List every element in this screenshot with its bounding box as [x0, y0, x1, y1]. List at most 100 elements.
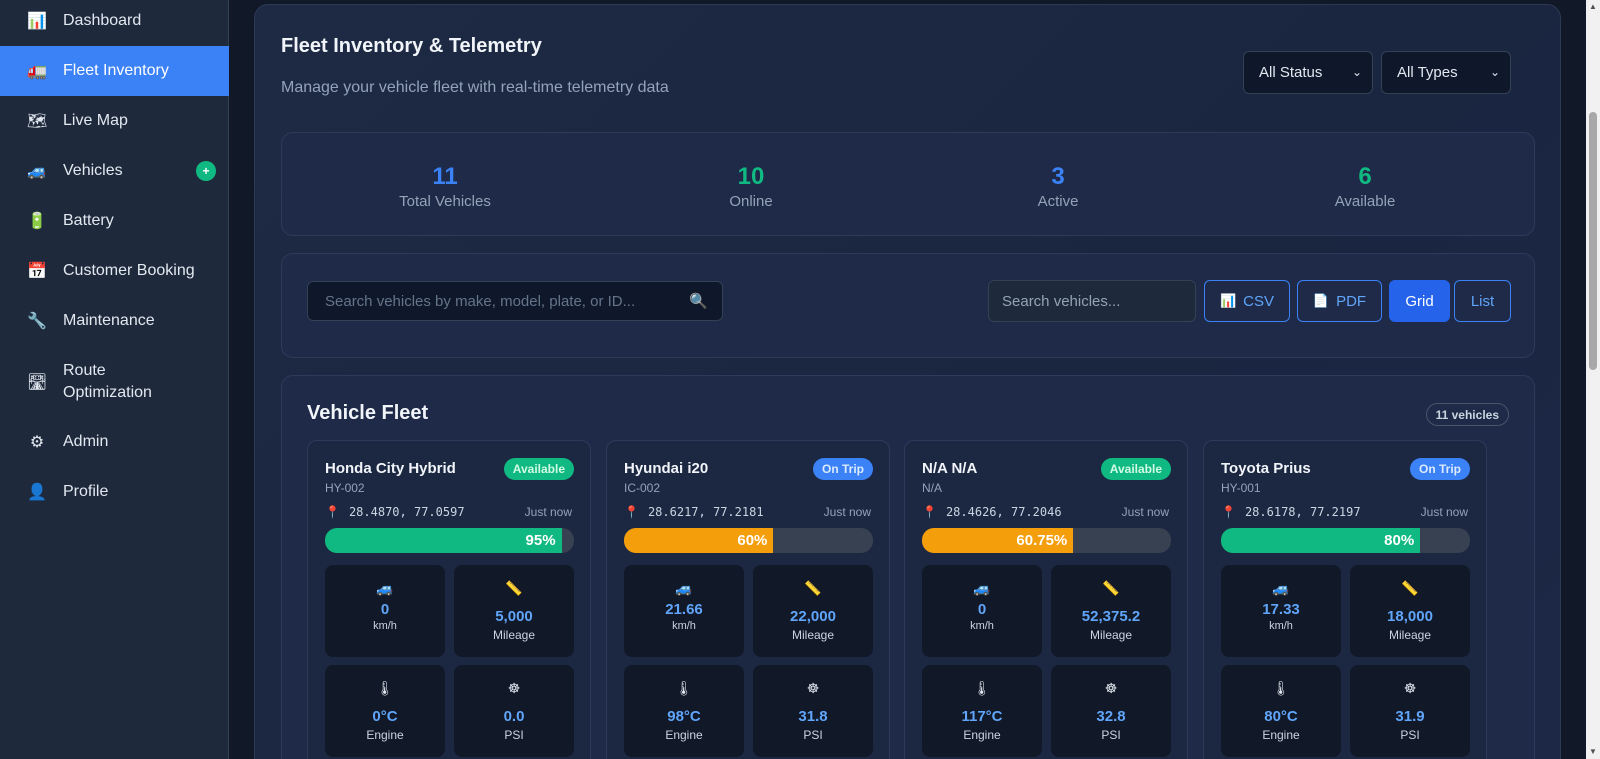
- wheel-icon: ☸: [507, 680, 521, 696]
- psi-label: PSI: [803, 728, 823, 742]
- car-icon: 🚙: [1272, 580, 1290, 596]
- engine-temp-tile: 🌡 80°C Engine: [1221, 665, 1341, 757]
- vehicle-location: 📍 28.4870, 77.0597: [325, 505, 465, 519]
- scroll-up-arrow[interactable]: ▲: [1589, 2, 1597, 11]
- coordinates: 28.6178, 77.2197: [1244, 505, 1361, 519]
- sidebar-item-label: Battery: [63, 212, 114, 229]
- vehicle-name: N/A N/A: [922, 460, 978, 477]
- engine-label: Engine: [366, 728, 404, 742]
- chart-icon: 📊: [1219, 293, 1237, 308]
- vehicle-location: 📍 28.6178, 77.2197: [1221, 505, 1361, 519]
- speed-unit: km/h: [970, 620, 994, 632]
- sidebar-item-profile[interactable]: 👤 Profile: [0, 467, 229, 517]
- quick-search-input[interactable]: Search vehicles...: [988, 280, 1196, 322]
- stat-label: Active: [1037, 193, 1079, 210]
- speed-value: 0: [380, 601, 390, 618]
- tire-pressure-tile: ☸ 0.0 PSI: [454, 665, 574, 757]
- export-csv-button[interactable]: 📊 CSV: [1204, 280, 1290, 322]
- wrench-icon: 🔧: [27, 313, 47, 330]
- speed-unit: km/h: [373, 620, 397, 632]
- vehicle-card[interactable]: Honda City Hybrid HY-002 Available 📍 28.…: [307, 440, 591, 759]
- grid-label: Grid: [1405, 292, 1434, 310]
- ruler-icon: 📏: [804, 580, 822, 596]
- sidebar-item-admin[interactable]: ⚙ Admin: [0, 417, 229, 467]
- stat-online: 10 Online: [651, 163, 851, 210]
- quick-search-placeholder: Search vehicles...: [1002, 292, 1121, 310]
- sidebar-item-label: Live Map: [63, 112, 128, 129]
- mileage-label: Mileage: [1089, 628, 1133, 642]
- bar-chart-icon: 📊: [27, 13, 47, 30]
- sidebar-item-battery[interactable]: 🔋 Battery: [0, 196, 229, 246]
- speed-tile: 🚙 0 km/h: [325, 565, 445, 657]
- export-pdf-button[interactable]: 📄 PDF: [1297, 280, 1382, 322]
- thermometer-icon: 🌡: [376, 680, 394, 696]
- add-vehicle-badge[interactable]: +: [196, 161, 216, 181]
- search-input[interactable]: Search vehicles by make, model, plate, o…: [307, 281, 723, 321]
- sidebar-item-dashboard[interactable]: 📊 Dashboard: [0, 0, 229, 46]
- map-pin-icon: 📍: [922, 505, 937, 519]
- sidebar-item-maintenance[interactable]: 🔧 Maintenance: [0, 296, 229, 346]
- status-filter-value: All Status: [1259, 64, 1323, 81]
- tire-pressure-value: 32.8: [1096, 708, 1126, 725]
- page-scrollbar[interactable]: ▲ ▼: [1586, 0, 1600, 759]
- sidebar-item-route-optimization[interactable]: 🛣 Route Optimization: [0, 346, 229, 418]
- list-label: List: [1470, 292, 1495, 310]
- vehicle-card[interactable]: N/A N/A N/A Available 📍 28.4626, 77.2046…: [904, 440, 1188, 759]
- last-updated: Just now: [1420, 505, 1468, 519]
- stat-active: 3 Active: [958, 163, 1158, 210]
- sidebar-item-vehicles[interactable]: 🚙 Vehicles +: [0, 146, 229, 196]
- search-icon[interactable]: 🔍: [689, 292, 708, 310]
- stats-summary: 11 Total Vehicles 10 Online 3 Active 6 A…: [281, 132, 1535, 236]
- battery-bar: 80%: [1221, 528, 1470, 553]
- engine-label: Engine: [665, 728, 703, 742]
- thermometer-icon: 🌡: [675, 680, 693, 696]
- scroll-down-arrow[interactable]: ▼: [1589, 747, 1597, 756]
- scroll-thumb[interactable]: [1589, 112, 1597, 370]
- search-toolbar: Search vehicles by make, model, plate, o…: [281, 253, 1535, 358]
- chevron-down-icon: ⌄: [1489, 65, 1500, 79]
- type-filter-select[interactable]: All Types ⌄: [1381, 51, 1511, 94]
- battery-percent: 60.75%: [1016, 532, 1068, 549]
- battery-bar: 60.75%: [922, 528, 1171, 553]
- user-icon: 👤: [27, 484, 47, 501]
- vehicle-count-badge: 11 vehicles: [1425, 403, 1509, 426]
- map-pin-icon: 📍: [325, 505, 340, 519]
- psi-label: PSI: [504, 728, 524, 742]
- stat-value: 3: [1051, 163, 1065, 190]
- status-filter-select[interactable]: All Status ⌄: [1243, 51, 1373, 94]
- car-icon: 🚙: [376, 580, 394, 596]
- sidebar-item-fleet-inventory[interactable]: 🚛 Fleet Inventory: [0, 46, 229, 96]
- search-placeholder: Search vehicles by make, model, plate, o…: [325, 292, 636, 310]
- engine-temp-tile: 🌡 117°C Engine: [922, 665, 1042, 757]
- sidebar-item-label: Maintenance: [63, 312, 155, 329]
- coordinates: 28.4870, 77.0597: [348, 505, 465, 519]
- document-icon: 📄: [1312, 293, 1330, 308]
- tire-pressure-tile: ☸ 31.9 PSI: [1350, 665, 1470, 757]
- speed-unit: km/h: [672, 620, 696, 632]
- calendar-icon: 📅: [27, 263, 47, 280]
- sidebar-item-live-map[interactable]: 🗺 Live Map: [0, 96, 229, 146]
- status-badge: On Trip: [813, 458, 873, 480]
- engine-temp-value: 98°C: [667, 708, 701, 725]
- sidebar-item-label: Vehicles: [63, 162, 123, 179]
- ruler-icon: 📏: [1401, 580, 1419, 596]
- grid-view-button[interactable]: Grid: [1389, 280, 1450, 322]
- sidebar-item-label: Admin: [63, 433, 109, 450]
- stat-value: 10: [737, 163, 765, 190]
- speed-tile: 🚙 0 km/h: [922, 565, 1042, 657]
- speed-value: 0: [977, 601, 987, 618]
- list-view-button[interactable]: List: [1454, 280, 1511, 322]
- coordinates: 28.6217, 77.2181: [647, 505, 764, 519]
- speed-value: 17.33: [1262, 601, 1300, 618]
- vehicle-card[interactable]: Toyota Prius HY-001 On Trip 📍 28.6178, 7…: [1203, 440, 1487, 759]
- sidebar-item-customer-booking[interactable]: 📅 Customer Booking: [0, 246, 229, 296]
- car-icon: 🚙: [27, 163, 47, 180]
- car-icon: 🚙: [973, 580, 991, 596]
- fleet-inventory-panel: Fleet Inventory & Telemetry Manage your …: [254, 4, 1561, 759]
- truck-icon: 🚛: [27, 63, 47, 80]
- vehicle-id: IC-002: [624, 481, 661, 495]
- vehicle-card[interactable]: Hyundai i20 IC-002 On Trip 📍 28.6217, 77…: [606, 440, 890, 759]
- ruler-icon: 📏: [1102, 580, 1120, 596]
- sidebar-item-label: Dashboard: [63, 12, 142, 29]
- engine-label: Engine: [963, 728, 1001, 742]
